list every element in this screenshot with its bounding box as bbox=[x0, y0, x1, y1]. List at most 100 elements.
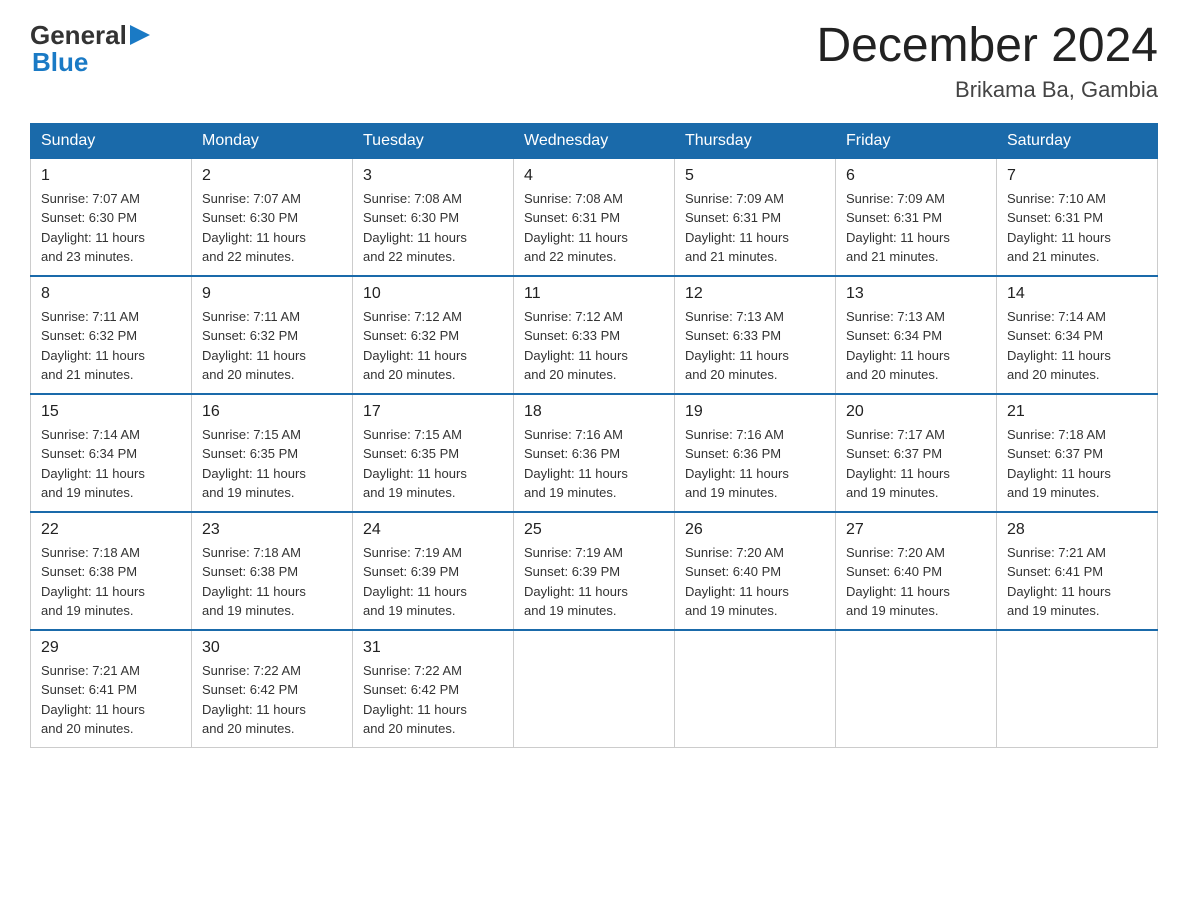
col-tuesday: Tuesday bbox=[353, 123, 514, 158]
day-number: 28 bbox=[1007, 521, 1147, 539]
day-number: 13 bbox=[846, 285, 986, 303]
table-row bbox=[675, 630, 836, 748]
table-row: 14 Sunrise: 7:14 AMSunset: 6:34 PMDaylig… bbox=[997, 276, 1158, 394]
day-number: 7 bbox=[1007, 167, 1147, 185]
table-row: 31 Sunrise: 7:22 AMSunset: 6:42 PMDaylig… bbox=[353, 630, 514, 748]
day-number: 16 bbox=[202, 403, 342, 421]
table-row: 18 Sunrise: 7:16 AMSunset: 6:36 PMDaylig… bbox=[514, 394, 675, 512]
day-number: 6 bbox=[846, 167, 986, 185]
table-row: 26 Sunrise: 7:20 AMSunset: 6:40 PMDaylig… bbox=[675, 512, 836, 630]
day-number: 15 bbox=[41, 403, 181, 421]
day-info: Sunrise: 7:19 AMSunset: 6:39 PMDaylight:… bbox=[363, 543, 503, 621]
day-info: Sunrise: 7:14 AMSunset: 6:34 PMDaylight:… bbox=[41, 425, 181, 503]
day-number: 1 bbox=[41, 167, 181, 185]
logo: General Blue bbox=[30, 20, 152, 78]
day-info: Sunrise: 7:15 AMSunset: 6:35 PMDaylight:… bbox=[202, 425, 342, 503]
table-row: 24 Sunrise: 7:19 AMSunset: 6:39 PMDaylig… bbox=[353, 512, 514, 630]
calendar-week-row: 15 Sunrise: 7:14 AMSunset: 6:34 PMDaylig… bbox=[31, 394, 1158, 512]
day-info: Sunrise: 7:18 AMSunset: 6:38 PMDaylight:… bbox=[202, 543, 342, 621]
day-info: Sunrise: 7:18 AMSunset: 6:37 PMDaylight:… bbox=[1007, 425, 1147, 503]
day-info: Sunrise: 7:22 AMSunset: 6:42 PMDaylight:… bbox=[202, 661, 342, 739]
table-row: 10 Sunrise: 7:12 AMSunset: 6:32 PMDaylig… bbox=[353, 276, 514, 394]
table-row bbox=[997, 630, 1158, 748]
calendar-header-row: Sunday Monday Tuesday Wednesday Thursday… bbox=[31, 123, 1158, 158]
day-info: Sunrise: 7:22 AMSunset: 6:42 PMDaylight:… bbox=[363, 661, 503, 739]
day-info: Sunrise: 7:16 AMSunset: 6:36 PMDaylight:… bbox=[685, 425, 825, 503]
day-number: 4 bbox=[524, 167, 664, 185]
day-number: 5 bbox=[685, 167, 825, 185]
day-number: 2 bbox=[202, 167, 342, 185]
day-info: Sunrise: 7:12 AMSunset: 6:32 PMDaylight:… bbox=[363, 307, 503, 385]
day-number: 9 bbox=[202, 285, 342, 303]
day-number: 22 bbox=[41, 521, 181, 539]
day-number: 18 bbox=[524, 403, 664, 421]
day-number: 31 bbox=[363, 639, 503, 657]
table-row: 22 Sunrise: 7:18 AMSunset: 6:38 PMDaylig… bbox=[31, 512, 192, 630]
table-row: 2 Sunrise: 7:07 AMSunset: 6:30 PMDayligh… bbox=[192, 158, 353, 276]
calendar-week-row: 8 Sunrise: 7:11 AMSunset: 6:32 PMDayligh… bbox=[31, 276, 1158, 394]
day-info: Sunrise: 7:07 AMSunset: 6:30 PMDaylight:… bbox=[202, 189, 342, 267]
day-info: Sunrise: 7:08 AMSunset: 6:30 PMDaylight:… bbox=[363, 189, 503, 267]
day-info: Sunrise: 7:14 AMSunset: 6:34 PMDaylight:… bbox=[1007, 307, 1147, 385]
col-friday: Friday bbox=[836, 123, 997, 158]
day-info: Sunrise: 7:09 AMSunset: 6:31 PMDaylight:… bbox=[846, 189, 986, 267]
day-info: Sunrise: 7:09 AMSunset: 6:31 PMDaylight:… bbox=[685, 189, 825, 267]
col-monday: Monday bbox=[192, 123, 353, 158]
table-row: 25 Sunrise: 7:19 AMSunset: 6:39 PMDaylig… bbox=[514, 512, 675, 630]
table-row: 12 Sunrise: 7:13 AMSunset: 6:33 PMDaylig… bbox=[675, 276, 836, 394]
table-row: 20 Sunrise: 7:17 AMSunset: 6:37 PMDaylig… bbox=[836, 394, 997, 512]
day-number: 26 bbox=[685, 521, 825, 539]
logo-blue-text: Blue bbox=[32, 47, 88, 78]
day-info: Sunrise: 7:17 AMSunset: 6:37 PMDaylight:… bbox=[846, 425, 986, 503]
day-info: Sunrise: 7:21 AMSunset: 6:41 PMDaylight:… bbox=[41, 661, 181, 739]
day-number: 12 bbox=[685, 285, 825, 303]
day-info: Sunrise: 7:21 AMSunset: 6:41 PMDaylight:… bbox=[1007, 543, 1147, 621]
day-number: 3 bbox=[363, 167, 503, 185]
table-row: 17 Sunrise: 7:15 AMSunset: 6:35 PMDaylig… bbox=[353, 394, 514, 512]
day-info: Sunrise: 7:13 AMSunset: 6:33 PMDaylight:… bbox=[685, 307, 825, 385]
table-row bbox=[514, 630, 675, 748]
day-number: 8 bbox=[41, 285, 181, 303]
day-info: Sunrise: 7:12 AMSunset: 6:33 PMDaylight:… bbox=[524, 307, 664, 385]
day-info: Sunrise: 7:07 AMSunset: 6:30 PMDaylight:… bbox=[41, 189, 181, 267]
table-row: 5 Sunrise: 7:09 AMSunset: 6:31 PMDayligh… bbox=[675, 158, 836, 276]
day-info: Sunrise: 7:13 AMSunset: 6:34 PMDaylight:… bbox=[846, 307, 986, 385]
calendar-week-row: 29 Sunrise: 7:21 AMSunset: 6:41 PMDaylig… bbox=[31, 630, 1158, 748]
table-row: 9 Sunrise: 7:11 AMSunset: 6:32 PMDayligh… bbox=[192, 276, 353, 394]
table-row: 29 Sunrise: 7:21 AMSunset: 6:41 PMDaylig… bbox=[31, 630, 192, 748]
calendar-week-row: 22 Sunrise: 7:18 AMSunset: 6:38 PMDaylig… bbox=[31, 512, 1158, 630]
table-row: 6 Sunrise: 7:09 AMSunset: 6:31 PMDayligh… bbox=[836, 158, 997, 276]
col-saturday: Saturday bbox=[997, 123, 1158, 158]
day-number: 14 bbox=[1007, 285, 1147, 303]
day-info: Sunrise: 7:18 AMSunset: 6:38 PMDaylight:… bbox=[41, 543, 181, 621]
col-sunday: Sunday bbox=[31, 123, 192, 158]
day-number: 20 bbox=[846, 403, 986, 421]
table-row: 27 Sunrise: 7:20 AMSunset: 6:40 PMDaylig… bbox=[836, 512, 997, 630]
table-row: 21 Sunrise: 7:18 AMSunset: 6:37 PMDaylig… bbox=[997, 394, 1158, 512]
calendar-week-row: 1 Sunrise: 7:07 AMSunset: 6:30 PMDayligh… bbox=[31, 158, 1158, 276]
day-number: 17 bbox=[363, 403, 503, 421]
table-row: 16 Sunrise: 7:15 AMSunset: 6:35 PMDaylig… bbox=[192, 394, 353, 512]
calendar-table: Sunday Monday Tuesday Wednesday Thursday… bbox=[30, 123, 1158, 748]
day-info: Sunrise: 7:10 AMSunset: 6:31 PMDaylight:… bbox=[1007, 189, 1147, 267]
day-info: Sunrise: 7:11 AMSunset: 6:32 PMDaylight:… bbox=[41, 307, 181, 385]
day-number: 29 bbox=[41, 639, 181, 657]
table-row: 4 Sunrise: 7:08 AMSunset: 6:31 PMDayligh… bbox=[514, 158, 675, 276]
day-number: 10 bbox=[363, 285, 503, 303]
table-row: 3 Sunrise: 7:08 AMSunset: 6:30 PMDayligh… bbox=[353, 158, 514, 276]
table-row: 8 Sunrise: 7:11 AMSunset: 6:32 PMDayligh… bbox=[31, 276, 192, 394]
day-info: Sunrise: 7:20 AMSunset: 6:40 PMDaylight:… bbox=[846, 543, 986, 621]
table-row: 23 Sunrise: 7:18 AMSunset: 6:38 PMDaylig… bbox=[192, 512, 353, 630]
day-number: 30 bbox=[202, 639, 342, 657]
table-row: 19 Sunrise: 7:16 AMSunset: 6:36 PMDaylig… bbox=[675, 394, 836, 512]
day-number: 24 bbox=[363, 521, 503, 539]
day-number: 25 bbox=[524, 521, 664, 539]
table-row: 7 Sunrise: 7:10 AMSunset: 6:31 PMDayligh… bbox=[997, 158, 1158, 276]
day-info: Sunrise: 7:16 AMSunset: 6:36 PMDaylight:… bbox=[524, 425, 664, 503]
col-thursday: Thursday bbox=[675, 123, 836, 158]
day-info: Sunrise: 7:08 AMSunset: 6:31 PMDaylight:… bbox=[524, 189, 664, 267]
table-row: 1 Sunrise: 7:07 AMSunset: 6:30 PMDayligh… bbox=[31, 158, 192, 276]
table-row: 11 Sunrise: 7:12 AMSunset: 6:33 PMDaylig… bbox=[514, 276, 675, 394]
table-row: 30 Sunrise: 7:22 AMSunset: 6:42 PMDaylig… bbox=[192, 630, 353, 748]
day-number: 11 bbox=[524, 285, 664, 303]
